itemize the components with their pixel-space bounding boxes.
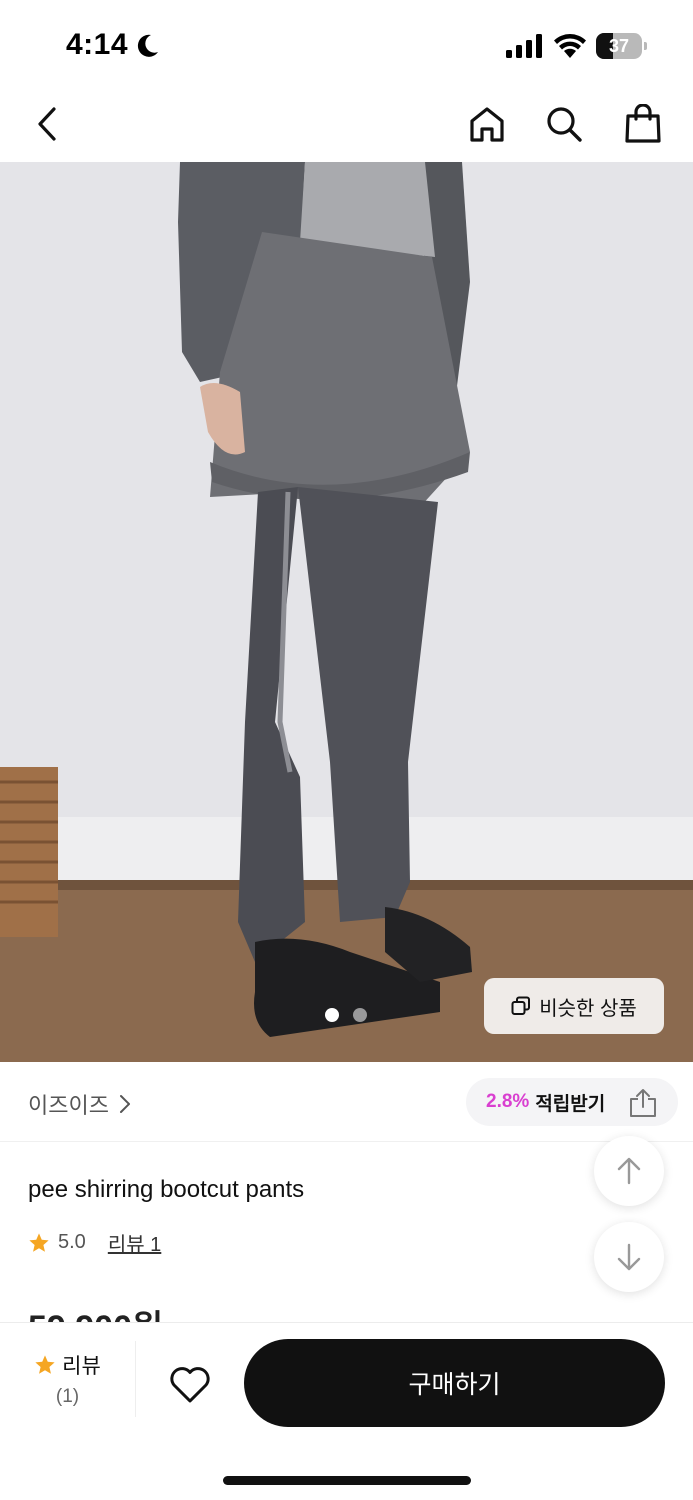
share-button[interactable] (624, 1084, 662, 1122)
similar-products-button[interactable]: 비슷한 상품 (484, 978, 664, 1034)
chevron-right-icon (119, 1095, 130, 1113)
search-icon (547, 107, 582, 142)
arrow-up-icon (617, 1157, 641, 1185)
heart-icon (170, 1367, 210, 1403)
brand-name: 이즈이즈 (28, 1093, 109, 1118)
points-label: 적립받기 (535, 1093, 606, 1115)
star-icon (35, 1355, 55, 1374)
rating-row: 5.0 리뷰 1 (28, 1228, 161, 1257)
status-time: 4:14 (66, 28, 129, 61)
brand-link[interactable]: 이즈이즈 (28, 1088, 131, 1120)
pagination-dot-active[interactable] (325, 1008, 339, 1022)
gallery-pagination (325, 1008, 367, 1022)
wifi-icon (554, 34, 586, 58)
top-nav-bar (0, 90, 693, 162)
points-rate: 2.8% (486, 1091, 530, 1112)
signal-icon (506, 34, 542, 58)
scroll-down-button[interactable] (594, 1222, 664, 1292)
back-button[interactable] (26, 102, 70, 146)
review-tab-button[interactable]: 리뷰 (1) (0, 1341, 136, 1417)
shopping-bag-icon (625, 104, 661, 143)
star-icon (29, 1232, 49, 1252)
review-link[interactable]: 리뷰 1 (108, 1228, 161, 1257)
copy-icon (511, 996, 531, 1015)
moon-icon (137, 34, 158, 57)
battery-icon: 37 (596, 33, 648, 59)
buy-button[interactable]: 구매하기 (244, 1339, 665, 1427)
product-image-gallery[interactable] (0, 162, 693, 1062)
brand-row: 이즈이즈 2.8% 적립받기 (0, 1062, 693, 1142)
review-tab-count: (1) (55, 1386, 80, 1407)
home-indicator (223, 1476, 471, 1485)
review-tab-label: 리뷰 (62, 1355, 101, 1378)
scroll-up-button[interactable] (594, 1136, 664, 1206)
product-title: pee shirring bootcut pants (28, 1176, 305, 1203)
cart-button[interactable] (621, 102, 665, 146)
battery-level: 37 (608, 36, 630, 56)
status-bar: 4:14 37 (0, 0, 693, 90)
share-icon (630, 1089, 656, 1117)
bottom-action-bar: 리뷰 (1) 구매하기 (0, 1322, 693, 1500)
search-button[interactable] (542, 102, 586, 146)
back-chevron-icon (38, 107, 56, 141)
wishlist-button[interactable] (166, 1361, 214, 1409)
product-photo (0, 162, 693, 1062)
home-icon (470, 107, 504, 142)
home-button[interactable] (465, 102, 509, 146)
pagination-dot[interactable] (353, 1008, 367, 1022)
rating-value: 5.0 (58, 1231, 86, 1253)
arrow-down-icon (617, 1243, 641, 1271)
similar-products-label: 비슷한 상품 (539, 997, 637, 1020)
price-text: 59,900원 (28, 1308, 228, 1322)
price-partial: 59,900원 (28, 1308, 228, 1322)
